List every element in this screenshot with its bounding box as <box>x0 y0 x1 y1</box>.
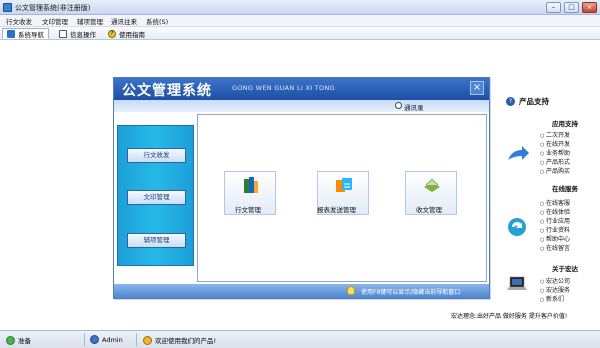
nav-document-dispatch-button[interactable]: 行文收发 <box>127 148 186 163</box>
status-username: Admin <box>102 335 123 344</box>
link-product-form[interactable]: 产品形式 <box>540 157 570 166</box>
maximize-button[interactable]: □ <box>564 2 579 13</box>
link-business-help[interactable]: 业务帮助 <box>540 148 570 157</box>
link-services[interactable]: 宏达服务 <box>540 285 570 294</box>
help-icon: ? <box>506 97 515 106</box>
about-heading: 关于宏达 <box>552 265 578 273</box>
status-bar: 准备 Admin 欢迎使用我们的产品! <box>0 330 600 348</box>
tab-info-operation[interactable]: 信息操作 <box>55 28 100 39</box>
window-title: 公文管理系统(非注册版) <box>15 4 91 12</box>
tab-label: 信息操作 <box>70 30 96 39</box>
users-icon <box>143 335 152 345</box>
laptop-icon <box>507 276 527 290</box>
app-support-heading: 应用支持 <box>552 120 578 128</box>
link-industry-apps[interactable]: 行业应用 <box>540 216 570 225</box>
receive-tray-icon <box>424 178 440 192</box>
minimize-button[interactable]: – <box>546 2 561 13</box>
company-motto: 宏达理念:出好产品 做好服务 提升客户价值! <box>451 313 568 320</box>
menu-correspondence[interactable]: 通讯往来 <box>111 16 137 26</box>
status-user: Admin <box>90 335 123 344</box>
status-message: 欢迎使用我们的产品! <box>155 337 217 345</box>
tile-label: 收文管理 <box>416 206 442 214</box>
nav-auxiliary-management-button[interactable]: 辅项管理 <box>127 233 186 248</box>
help-icon: ? <box>108 29 116 38</box>
divider <box>136 333 137 346</box>
online-service-heading: 在线服务 <box>552 185 578 193</box>
status-ready: 准备 <box>6 335 31 345</box>
link-online-support[interactable]: 在线客服 <box>540 198 570 207</box>
user-icon <box>90 335 99 344</box>
menu-document-dispatch[interactable]: 行文收发 <box>6 16 32 26</box>
nav-print-management-button[interactable]: 文印管理 <box>127 190 186 205</box>
panel-subheader: 通讯录 <box>114 100 489 112</box>
link-leave-message[interactable]: 在线留言 <box>540 243 570 252</box>
link-online-trial[interactable]: 在线体验 <box>540 207 570 216</box>
menu-print-management[interactable]: 文印管理 <box>42 16 68 26</box>
f8-hint: 使用F8键可以显示/隐藏当前导航窗口 <box>361 289 461 296</box>
link-industry-docs[interactable]: 行业资料 <box>540 225 570 234</box>
menu-auxiliary-management[interactable]: 辅项管理 <box>77 16 103 26</box>
status-welcome: 欢迎使用我们的产品! <box>143 335 216 345</box>
close-button[interactable]: × <box>582 2 597 13</box>
module-area: 行文管理 报表发送管理 收文管理 <box>197 114 487 282</box>
left-nav: 行文收发 文印管理 辅项管理 <box>117 125 194 266</box>
panel-close-button[interactable]: × <box>470 81 484 95</box>
tab-user-guide[interactable]: ? 使用指南 <box>104 28 149 39</box>
menu-bar: 行文收发 文印管理 辅项管理 通讯往来 系统(S) <box>0 15 600 27</box>
app-icon <box>3 3 12 12</box>
menu-system[interactable]: 系统(S) <box>146 16 168 26</box>
navigation-window: 公文管理系统 GONG WEN GUAN LI XI TONG × 通讯录 行文… <box>113 77 490 299</box>
document-books-icon <box>244 177 258 193</box>
toolbar-tabs: 系统导航 信息操作 ? 使用指南 <box>0 27 600 40</box>
status-icon <box>6 335 15 345</box>
title-bar: 公文管理系统(非注册版) – □ × <box>0 0 600 15</box>
link-secondary-dev[interactable]: 二次开发 <box>540 130 570 139</box>
panel-footer: 使用F8键可以显示/隐藏当前导航窗口 <box>114 284 489 298</box>
product-support-title: 产品支持 <box>519 97 549 106</box>
document-icon <box>59 29 67 38</box>
link-online-dev[interactable]: 在线开发 <box>540 139 570 148</box>
right-support-panel: ? 产品支持 应用支持 二次开发 在线开发 业务帮助 产品形式 产品购买 在线服… <box>451 92 600 330</box>
link-company[interactable]: 宏达公司 <box>540 276 570 285</box>
divider <box>84 333 85 346</box>
panel-header: 公文管理系统 GONG WEN GUAN LI XI TONG × <box>114 78 489 100</box>
tile-label: 报表发送管理 <box>317 206 356 214</box>
address-book-radio[interactable] <box>395 102 402 109</box>
tab-system-navigation[interactable]: 系统导航 <box>2 28 49 39</box>
arrow-icon <box>508 146 529 160</box>
tab-label: 使用指南 <box>119 30 145 39</box>
link-news[interactable]: 新系们 <box>540 294 564 303</box>
address-book-link[interactable]: 通讯录 <box>404 102 424 112</box>
lightbulb-icon <box>347 286 355 295</box>
panel-title: 公文管理系统 <box>122 83 212 99</box>
link-help-center[interactable]: 帮助中心 <box>540 234 570 243</box>
status-text: 准备 <box>18 337 31 345</box>
panel-title-pinyin: GONG WEN GUAN LI XI TONG <box>232 84 335 92</box>
globe-refresh-icon <box>508 218 526 236</box>
tile-label: 行文管理 <box>235 206 261 214</box>
navigation-icon <box>7 29 15 38</box>
tab-label: 系统导航 <box>18 30 44 39</box>
report-send-icon <box>336 178 352 192</box>
link-product-purchase[interactable]: 产品购买 <box>540 166 570 175</box>
